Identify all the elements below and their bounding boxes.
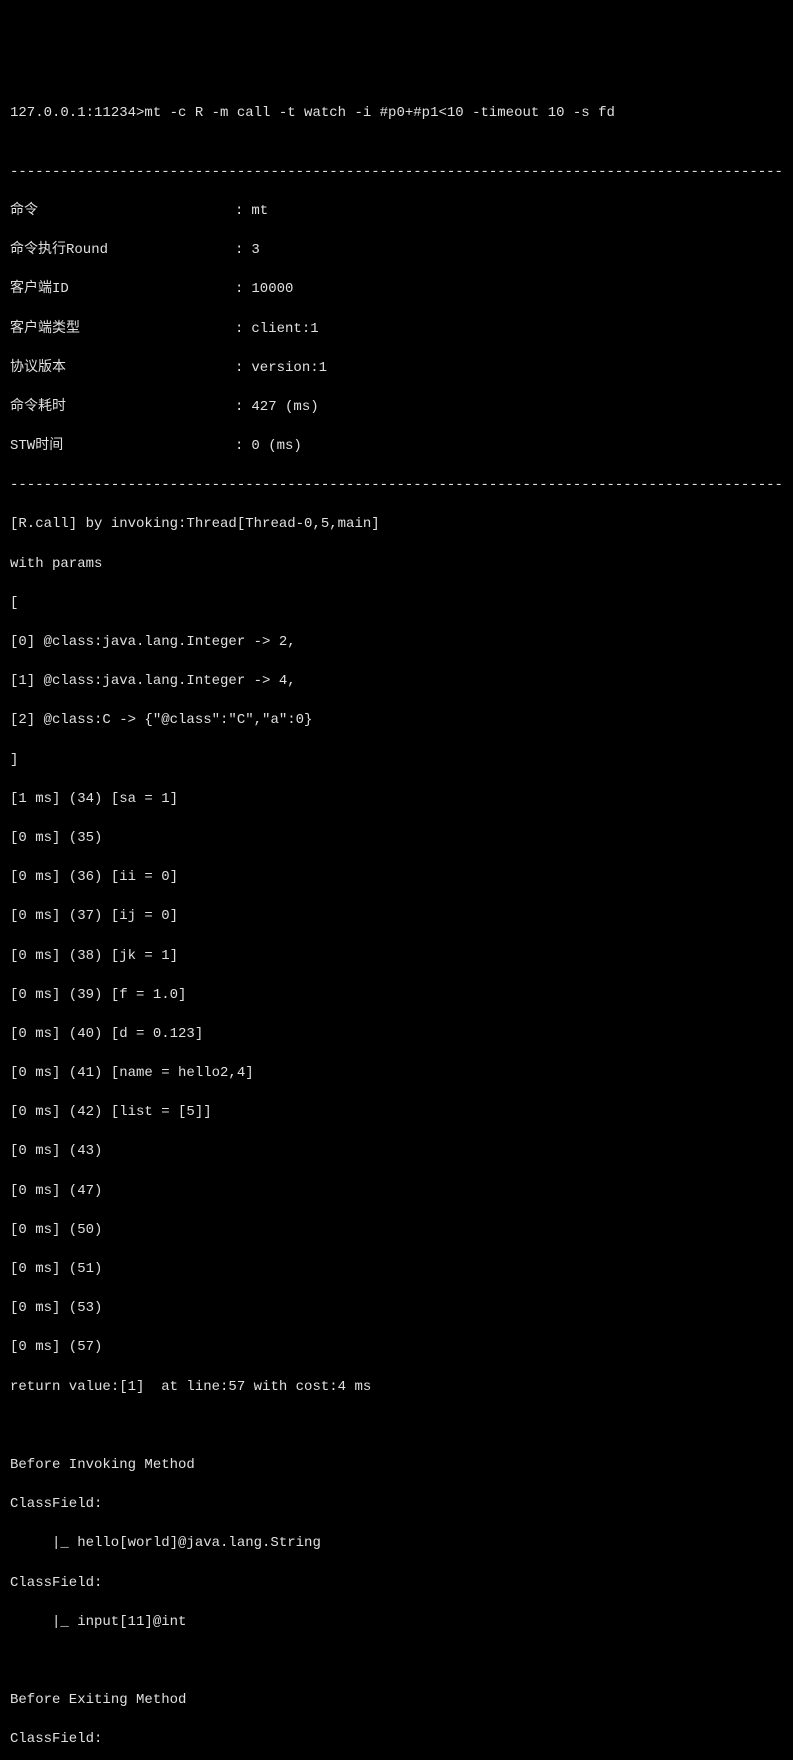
info-value: 427 (ms) bbox=[243, 398, 318, 418]
invocation-header: [R.call] by invoking:Thread[Thread-0,5,m… bbox=[10, 515, 783, 535]
trace-line: [0 ms] (43) bbox=[10, 1142, 783, 1162]
class-field-value: |_ input[11]@int bbox=[10, 1613, 783, 1633]
info-row-round: 命令执行Round:3 bbox=[10, 241, 783, 261]
trace-line: [0 ms] (38) [jk = 1] bbox=[10, 947, 783, 967]
param-2: [2] @class:C -> {"@class":"C","a":0} bbox=[10, 711, 783, 731]
info-row-protocol: 协议版本:version:1 bbox=[10, 359, 783, 379]
info-row-cost: 命令耗时:427 (ms) bbox=[10, 398, 783, 418]
trace-line: [0 ms] (42) [list = [5]] bbox=[10, 1103, 783, 1123]
info-row-stw: STW时间:0 (ms) bbox=[10, 437, 783, 457]
trace-line: [0 ms] (50) bbox=[10, 1221, 783, 1241]
before-invoking-title: Before Invoking Method bbox=[10, 1456, 783, 1476]
info-value: version:1 bbox=[243, 359, 327, 379]
trace-line: [0 ms] (47) bbox=[10, 1182, 783, 1202]
return-line: return value:[1] at line:57 with cost:4 … bbox=[10, 1378, 783, 1398]
trace-line: [0 ms] (35) bbox=[10, 829, 783, 849]
params-open: [ bbox=[10, 594, 783, 614]
trace-line: [0 ms] (40) [d = 0.123] bbox=[10, 1025, 783, 1045]
params-label: with params bbox=[10, 555, 783, 575]
info-value: 3 bbox=[243, 241, 259, 261]
class-field-value: |_ hello[world]@java.lang.String bbox=[10, 1534, 783, 1554]
info-label: 客户端ID bbox=[10, 280, 235, 300]
class-field-label: ClassField: bbox=[10, 1574, 783, 1594]
class-field-label: ClassField: bbox=[10, 1730, 783, 1750]
info-sep: : bbox=[235, 320, 243, 340]
info-label: 命令 bbox=[10, 202, 235, 222]
blank-line bbox=[10, 124, 783, 144]
info-label: STW时间 bbox=[10, 437, 235, 457]
info-row-command: 命令:mt bbox=[10, 202, 783, 222]
trace-line: [0 ms] (57) bbox=[10, 1338, 783, 1358]
trace-line: [0 ms] (39) [f = 1.0] bbox=[10, 986, 783, 1006]
info-value: mt bbox=[243, 202, 268, 222]
params-close: ] bbox=[10, 751, 783, 771]
info-row-client-type: 客户端类型:client:1 bbox=[10, 320, 783, 340]
class-field-label: ClassField: bbox=[10, 1495, 783, 1515]
trace-line: [0 ms] (53) bbox=[10, 1299, 783, 1319]
info-label: 命令执行Round bbox=[10, 241, 235, 261]
info-sep: : bbox=[235, 202, 243, 222]
info-value: 10000 bbox=[243, 280, 293, 300]
info-label: 命令耗时 bbox=[10, 398, 235, 418]
trace-line: [0 ms] (51) bbox=[10, 1260, 783, 1280]
terminal-output: 127.0.0.1:11234>mt -c R -m call -t watch… bbox=[10, 84, 783, 1760]
info-sep: : bbox=[235, 398, 243, 418]
divider-mid: ----------------------------------------… bbox=[10, 476, 783, 496]
info-sep: : bbox=[235, 437, 243, 457]
divider-top: ----------------------------------------… bbox=[10, 163, 783, 183]
info-label: 协议版本 bbox=[10, 359, 235, 379]
trace-line: [0 ms] (41) [name = hello2,4] bbox=[10, 1064, 783, 1084]
info-sep: : bbox=[235, 359, 243, 379]
prompt-command: mt -c R -m call -t watch -i #p0+#p1<10 -… bbox=[144, 105, 614, 121]
info-value: 0 (ms) bbox=[243, 437, 301, 457]
trace-line: [1 ms] (34) [sa = 1] bbox=[10, 790, 783, 810]
info-label: 客户端类型 bbox=[10, 320, 235, 340]
info-row-client-id: 客户端ID:10000 bbox=[10, 280, 783, 300]
trace-line: [0 ms] (36) [ii = 0] bbox=[10, 868, 783, 888]
prompt-host: 127.0.0.1:11234> bbox=[10, 105, 144, 121]
info-sep: : bbox=[235, 280, 243, 300]
before-exiting-title: Before Exiting Method bbox=[10, 1691, 783, 1711]
blank-line bbox=[10, 1652, 783, 1672]
param-0: [0] @class:java.lang.Integer -> 2, bbox=[10, 633, 783, 653]
info-value: client:1 bbox=[243, 320, 318, 340]
info-sep: : bbox=[235, 241, 243, 261]
trace-line: [0 ms] (37) [ij = 0] bbox=[10, 907, 783, 927]
blank-line bbox=[10, 1417, 783, 1437]
param-1: [1] @class:java.lang.Integer -> 4, bbox=[10, 672, 783, 692]
